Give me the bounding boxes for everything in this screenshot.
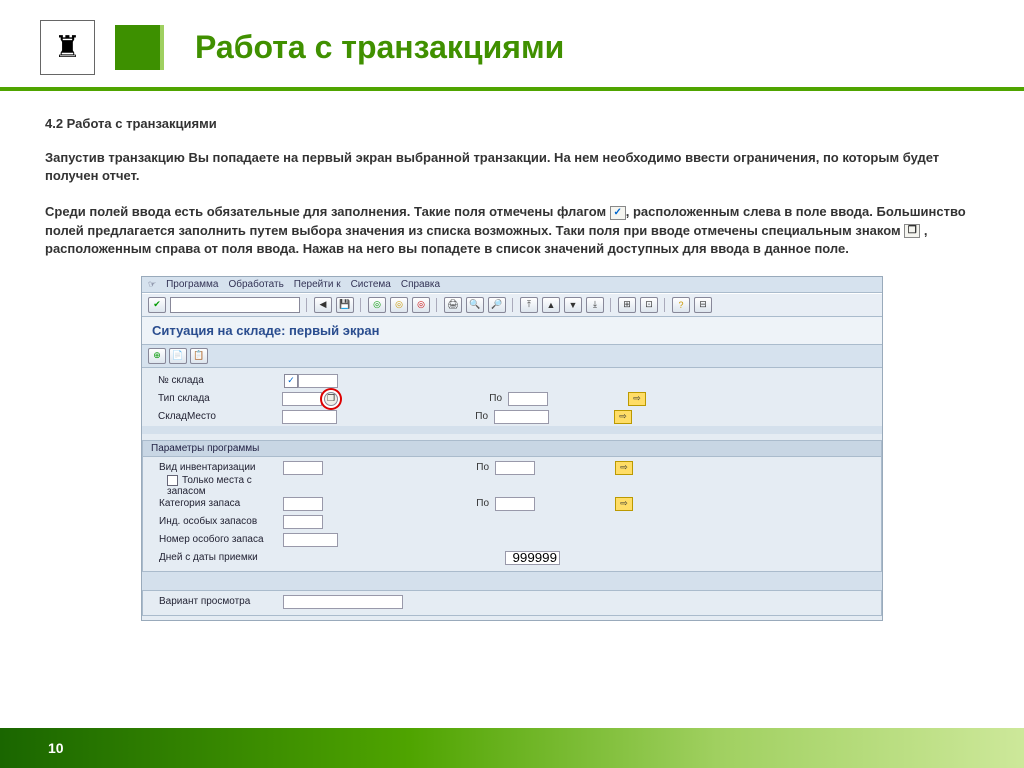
input-inventory-to[interactable]	[495, 461, 535, 475]
print-icon[interactable]: 🖨	[444, 297, 462, 313]
shortcut-icon[interactable]: ⊡	[640, 297, 658, 313]
sap-window: ☞ Программа Обработать Перейти к Система…	[141, 276, 883, 621]
first-page-icon[interactable]: ⤒	[520, 297, 538, 313]
sap-form: № склада ✓ Тип склада ❐ По ⇨ СкладМесто …	[142, 368, 882, 620]
enter-button[interactable]: ✔	[148, 297, 166, 313]
label-storage-bin: СкладМесто	[142, 411, 282, 422]
menu-edit[interactable]: Обработать	[228, 279, 283, 290]
execute-button[interactable]: ⊕	[148, 348, 166, 364]
groupbox-variant: Вариант просмотра	[142, 590, 882, 616]
new-session-icon[interactable]: ⊞	[618, 297, 636, 313]
label-special-stock-no: Номер особого запаса	[143, 534, 283, 545]
layout-icon[interactable]: ⊟	[694, 297, 712, 313]
slide-footer: 10	[0, 728, 1024, 768]
exit-icon[interactable]: ◎	[390, 297, 408, 313]
label-special-stock-ind: Инд. особых запасов	[143, 516, 283, 527]
required-flag-icon: ✓	[284, 374, 298, 388]
menu-help[interactable]: Справка	[401, 279, 440, 290]
variant-button[interactable]: 📄	[169, 348, 187, 364]
window-control-icon: ☞	[148, 279, 156, 290]
next-page-icon[interactable]: ▼	[564, 297, 582, 313]
value-help-icon: ❐	[904, 224, 920, 238]
input-special-no[interactable]	[283, 533, 338, 547]
multi-select-button[interactable]: ⇨	[615, 497, 633, 511]
content-area: 4.2 Работа с транзакциями Запустив транз…	[0, 91, 1024, 621]
cancel-icon[interactable]: ◎	[412, 297, 430, 313]
input-inventory-from[interactable]	[283, 461, 323, 475]
sap-app-toolbar: ⊕ 📄 📋	[142, 344, 882, 368]
green-decoration	[115, 25, 160, 70]
save-variant-button[interactable]: 📋	[190, 348, 208, 364]
input-storage-bin-to[interactable]	[494, 410, 549, 424]
input-category-to[interactable]	[495, 497, 535, 511]
input-special-ind[interactable]	[283, 515, 323, 529]
groupbox-title: Параметры программы	[142, 440, 882, 456]
page-number: 10	[48, 740, 64, 756]
label-to-3: По	[465, 462, 495, 473]
label-only-with-stock: Только места с запасом	[143, 475, 283, 497]
label-storage-type: Тип склада	[142, 393, 282, 404]
label-to-2: По	[464, 411, 494, 422]
paragraph-2: Среди полей ввода есть обязательные для …	[45, 203, 979, 258]
section-heading: 4.2 Работа с транзакциями	[45, 116, 979, 131]
label-to-4: По	[465, 498, 495, 509]
label-to-1: По	[478, 393, 508, 404]
sap-main-toolbar: ✔ ◀ 💾 ◎ ◎ ◎ 🖨 🔍 🔎 ⤒ ▲ ▼ ⤓ ⊞ ⊡	[142, 293, 882, 317]
input-display-variant[interactable]	[283, 595, 403, 609]
save-button[interactable]: 💾	[336, 297, 354, 313]
back-button[interactable]: ◀	[314, 297, 332, 313]
paragraph-1: Запустив транзакцию Вы попадаете на перв…	[45, 149, 979, 185]
label-warehouse-no: № склада	[142, 375, 282, 386]
command-field[interactable]	[170, 297, 300, 313]
last-page-icon[interactable]: ⤓	[586, 297, 604, 313]
groupbox-params: Вид инвентаризации По ⇨ Только места с з…	[142, 456, 882, 572]
label-inventory-type: Вид инвентаризации	[143, 462, 283, 473]
find-next-icon[interactable]: 🔎	[488, 297, 506, 313]
multi-select-button[interactable]: ⇨	[614, 410, 632, 424]
input-storage-type-from[interactable]	[282, 392, 322, 406]
input-storage-bin-from[interactable]	[282, 410, 337, 424]
label-days-since: Дней с даты приемки	[143, 552, 283, 563]
required-flag-icon: ✓	[610, 206, 626, 220]
label-stock-category: Категория запаса	[143, 498, 283, 509]
slide-header: ♜ Работа с транзакциями	[0, 0, 1024, 91]
menu-program[interactable]: Программа	[166, 279, 218, 290]
input-storage-type-to[interactable]	[508, 392, 548, 406]
sap-menubar: ☞ Программа Обработать Перейти к Система…	[142, 277, 882, 293]
menu-goto[interactable]: Перейти к	[294, 279, 341, 290]
multi-select-button[interactable]: ⇨	[628, 392, 646, 406]
sap-screen-title: Ситуация на складе: первый экран	[142, 317, 882, 344]
find-icon[interactable]: 🔍	[466, 297, 484, 313]
crest-logo: ♜	[40, 20, 95, 75]
input-warehouse-no[interactable]	[298, 374, 338, 388]
prev-page-icon[interactable]: ▲	[542, 297, 560, 313]
back-icon[interactable]: ◎	[368, 297, 386, 313]
multi-select-button[interactable]: ⇨	[615, 461, 633, 475]
input-days[interactable]	[505, 551, 560, 565]
label-display-variant: Вариант просмотра	[143, 596, 283, 607]
input-category-from[interactable]	[283, 497, 323, 511]
checkbox-only-stock[interactable]	[167, 475, 178, 486]
menu-system[interactable]: Система	[351, 279, 391, 290]
slide-title: Работа с транзакциями	[195, 29, 564, 66]
value-help-button[interactable]: ❐	[324, 392, 338, 406]
help-button-icon[interactable]: ?	[672, 297, 690, 313]
